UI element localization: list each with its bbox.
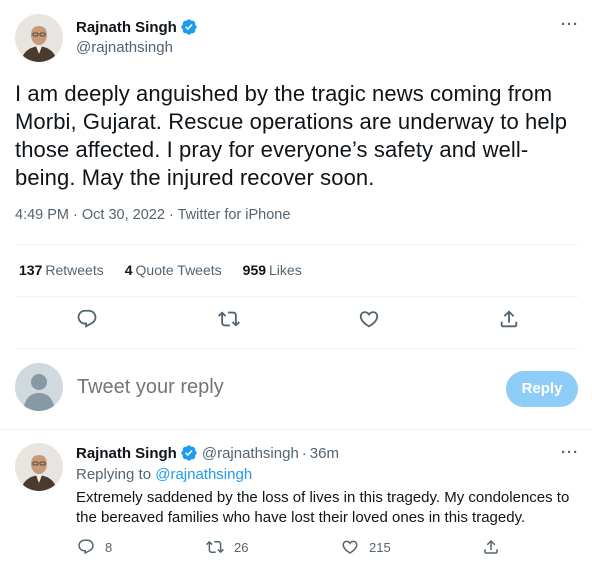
quotes-count: 4	[124, 262, 133, 278]
more-icon[interactable]: ···	[561, 444, 579, 461]
share-icon[interactable]	[496, 306, 522, 332]
retweet-icon[interactable]	[216, 306, 242, 332]
replying-to-handle[interactable]: @rajnathsingh	[155, 466, 252, 483]
heart-icon[interactable]	[356, 306, 382, 332]
replying-to: Replying to @rajnathsingh	[76, 466, 252, 483]
share-icon	[484, 539, 498, 554]
retweet-icon	[206, 540, 224, 554]
tweet-actions	[0, 306, 592, 336]
header-separator: ·	[301, 444, 307, 462]
tweet-text: I am deeply anguished by the tragic news…	[15, 81, 568, 190]
reply-actions: 8 26 215	[0, 538, 592, 560]
tweet-meta: 4:49 PM · Oct 30, 2022 · Twitter for iPh…	[15, 207, 290, 223]
reply-count: 8	[105, 539, 113, 555]
likes-label: Likes	[269, 262, 302, 278]
reply-action[interactable]: 8	[77, 538, 112, 556]
reply-icon	[78, 539, 94, 555]
retweets-stat[interactable]: 137 Retweets	[19, 262, 104, 278]
reply-composer: Reply	[0, 361, 592, 417]
divider	[15, 244, 578, 245]
quote-tweets-stat[interactable]: 4 Quote Tweets	[125, 262, 222, 278]
meta-separator: ·	[168, 207, 174, 223]
divider	[15, 296, 578, 297]
replying-to-prefix: Replying to	[76, 466, 152, 483]
likes-stat[interactable]: 959 Likes	[243, 262, 302, 278]
quotes-label: Quote Tweets	[135, 262, 222, 278]
heart-icon	[342, 540, 358, 554]
divider	[15, 348, 578, 349]
reply-header: Rajnath Singh @rajnathsingh · 36m	[76, 444, 339, 462]
author-name[interactable]: Rajnath Singh	[76, 445, 177, 462]
tweet-stats: 137 Retweets 4 Quote Tweets 959 Likes	[19, 262, 323, 278]
verified-badge-icon	[180, 18, 198, 36]
like-count: 215	[369, 539, 391, 555]
user-avatar[interactable]	[15, 363, 63, 411]
reply-button[interactable]: Reply	[506, 371, 578, 407]
verified-badge-icon	[180, 444, 198, 462]
tweet-date[interactable]: Oct 30, 2022	[82, 207, 165, 223]
author-name-row: Rajnath Singh	[76, 17, 198, 37]
author-handle[interactable]: @rajnathsingh	[202, 445, 299, 462]
reply-text: Extremely saddened by the loss of lives …	[76, 489, 570, 526]
author-name[interactable]: Rajnath Singh	[76, 19, 177, 36]
like-action[interactable]: 215	[341, 538, 391, 556]
reply-tweet: Rajnath Singh @rajnathsingh · 36m ··· Re…	[0, 430, 592, 563]
more-icon[interactable]: ···	[561, 16, 579, 33]
tweet-source[interactable]: Twitter for iPhone	[178, 207, 291, 223]
retweets-count: 137	[19, 262, 43, 278]
retweet-action[interactable]: 26	[206, 538, 248, 556]
meta-separator: ·	[73, 207, 78, 223]
retweets-label: Retweets	[45, 262, 104, 278]
reply-input[interactable]	[77, 376, 477, 399]
author-avatar[interactable]	[15, 14, 63, 62]
reply-icon[interactable]	[74, 306, 100, 332]
author-handle[interactable]: @rajnathsingh	[76, 39, 173, 56]
tweet-time[interactable]: 4:49 PM	[15, 207, 69, 223]
reply-time[interactable]: 36m	[310, 445, 339, 462]
likes-count: 959	[242, 262, 267, 278]
share-action[interactable]	[482, 538, 500, 556]
author-avatar[interactable]	[15, 443, 63, 491]
retweet-count: 26	[234, 539, 249, 555]
